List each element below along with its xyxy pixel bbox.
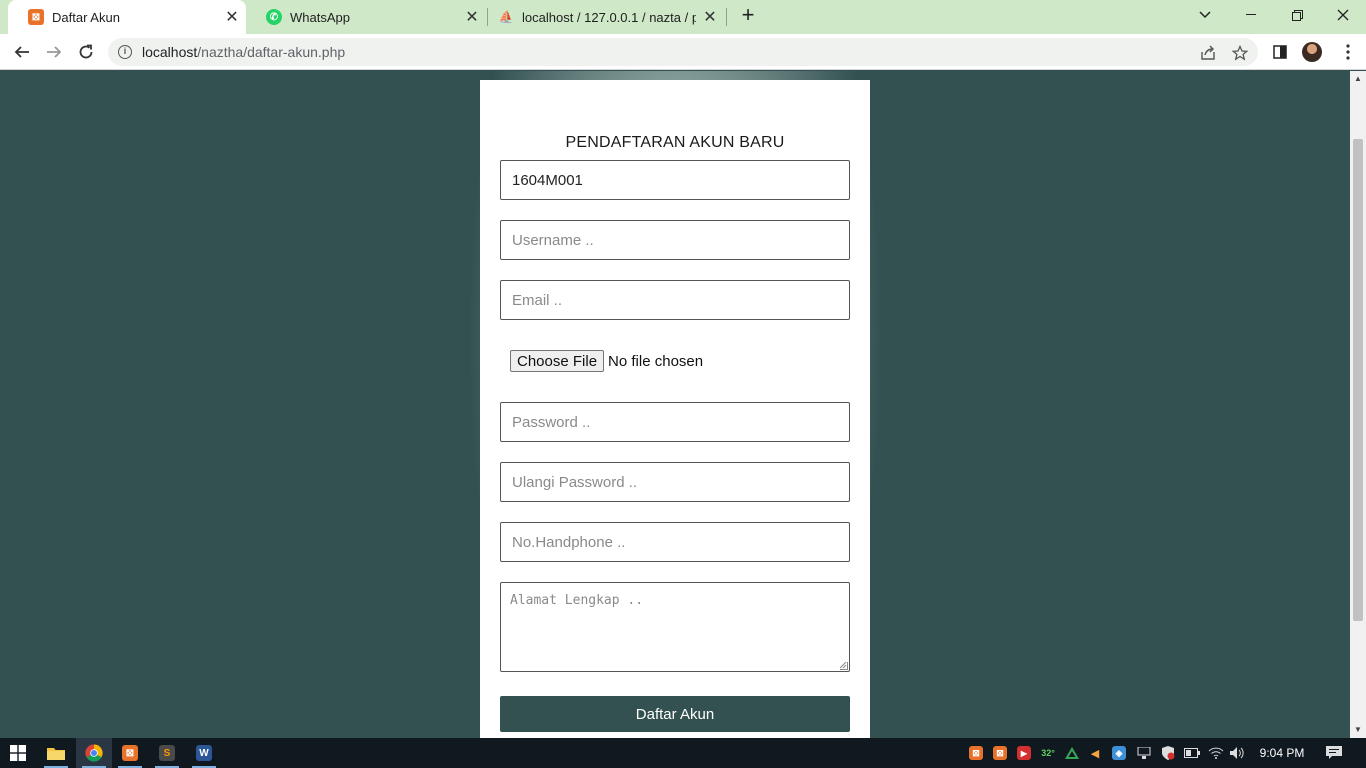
xampp-icon[interactable]: ⊠ [992, 745, 1008, 761]
register-button[interactable]: Daftar Akun [500, 696, 850, 732]
repeat-password-field[interactable] [500, 462, 850, 502]
battery-icon[interactable] [1184, 745, 1200, 761]
restore-button[interactable] [1274, 0, 1320, 30]
photo-file-input: Choose File No file chosen [510, 350, 703, 372]
bookmark-star-icon[interactable] [1229, 42, 1251, 64]
new-tab-button[interactable]: + [736, 4, 760, 28]
media-icon[interactable]: ▶ [1016, 745, 1032, 761]
textarea-resize-handle[interactable] [839, 661, 848, 670]
xampp-icon: ⊠ [28, 9, 44, 25]
account-id-field[interactable] [500, 160, 850, 200]
password-field[interactable] [500, 402, 850, 442]
browser-tabstrip: ⊠ Daftar Akun ✕ ✆ WhatsApp ✕ ⛵ localhost… [0, 0, 1366, 34]
security-icon[interactable] [1160, 745, 1176, 761]
file-status: No file chosen [608, 352, 704, 370]
close-tab-icon[interactable]: ✕ [218, 7, 246, 27]
reload-button[interactable] [72, 38, 100, 66]
cpu-temp-icon[interactable]: 32° [1040, 745, 1056, 761]
word-icon[interactable]: W [186, 738, 222, 768]
side-panel-icon[interactable] [1266, 38, 1294, 66]
wifi-settings-icon[interactable]: ◈ [1111, 745, 1127, 761]
profile-avatar[interactable] [1302, 42, 1322, 62]
chrome-icon[interactable] [76, 738, 112, 768]
tab-phpmyadmin[interactable]: ⛵ localhost / 127.0.0.1 / nazta / per ✕ [478, 0, 724, 34]
clock-time[interactable]: 9:04 PM [1252, 746, 1312, 760]
scroll-up-icon[interactable]: ▲ [1350, 71, 1366, 87]
url-host: localhost [142, 44, 198, 60]
registration-form: PENDAFTARAN AKUN BARU Choose File No fil… [480, 80, 870, 738]
tab-daftar-akun[interactable]: ⊠ Daftar Akun ✕ [8, 0, 246, 34]
windows-start-icon[interactable] [0, 738, 36, 768]
form-heading: PENDAFTARAN AKUN BARU [565, 134, 785, 151]
address-textarea[interactable] [500, 582, 850, 672]
tab-title: WhatsApp [290, 9, 350, 25]
close-tab-icon[interactable]: ✕ [696, 7, 724, 27]
windows-taskbar: ⊠ S W ⊠ ⊠ ▶ 32° ◀ ◈ 9:04 PM [0, 738, 1366, 768]
xampp-icon[interactable]: ⊠ [968, 745, 984, 761]
volume-icon[interactable] [1230, 745, 1246, 761]
close-window-button[interactable] [1320, 0, 1366, 30]
page-viewport: PENDAFTARAN AKUN BARU Choose File No fil… [0, 71, 1350, 738]
wifi-icon[interactable] [1208, 745, 1224, 761]
page-scrollbar[interactable]: ▲ ▼ [1350, 71, 1366, 738]
sublime-text-icon[interactable]: S [149, 738, 185, 768]
tab-separator [726, 8, 727, 26]
notifications-icon[interactable] [1326, 745, 1342, 761]
tab-whatsapp[interactable]: ✆ WhatsApp ✕ [246, 0, 486, 34]
url-path: /naztha/daftar-akun.php [197, 44, 346, 60]
choose-file-button[interactable]: Choose File [510, 350, 605, 372]
file-explorer-icon[interactable] [38, 738, 74, 768]
browser-menu-icon[interactable] [1334, 38, 1362, 66]
url-text: localhost/naztha/daftar-akun.php [142, 44, 345, 60]
tab-title: localhost / 127.0.0.1 / nazta / per [522, 9, 696, 25]
email-field[interactable] [500, 280, 850, 320]
address-bar[interactable]: i localhost/naztha/daftar-akun.php [108, 38, 1258, 66]
back-button[interactable] [8, 38, 36, 66]
speaker-mute-icon[interactable]: ◀ [1087, 745, 1103, 761]
browser-toolbar: i localhost/naztha/daftar-akun.php [0, 34, 1366, 70]
xampp-icon[interactable]: ⊠ [112, 738, 148, 768]
phone-field[interactable] [500, 522, 850, 562]
tab-title: Daftar Akun [52, 9, 120, 25]
site-info-icon[interactable]: i [118, 45, 132, 59]
network-icon[interactable] [1136, 745, 1152, 761]
share-icon[interactable] [1197, 42, 1219, 64]
whatsapp-icon: ✆ [266, 9, 282, 25]
minimize-button[interactable] [1228, 0, 1274, 30]
phpmyadmin-icon: ⛵ [498, 10, 514, 24]
scroll-thumb[interactable] [1353, 139, 1363, 621]
drive-icon[interactable] [1064, 745, 1080, 761]
tab-search-chevron-icon[interactable] [1182, 0, 1228, 30]
scroll-down-icon[interactable]: ▼ [1350, 722, 1366, 738]
username-field[interactable] [500, 220, 850, 260]
forward-button[interactable] [40, 38, 68, 66]
